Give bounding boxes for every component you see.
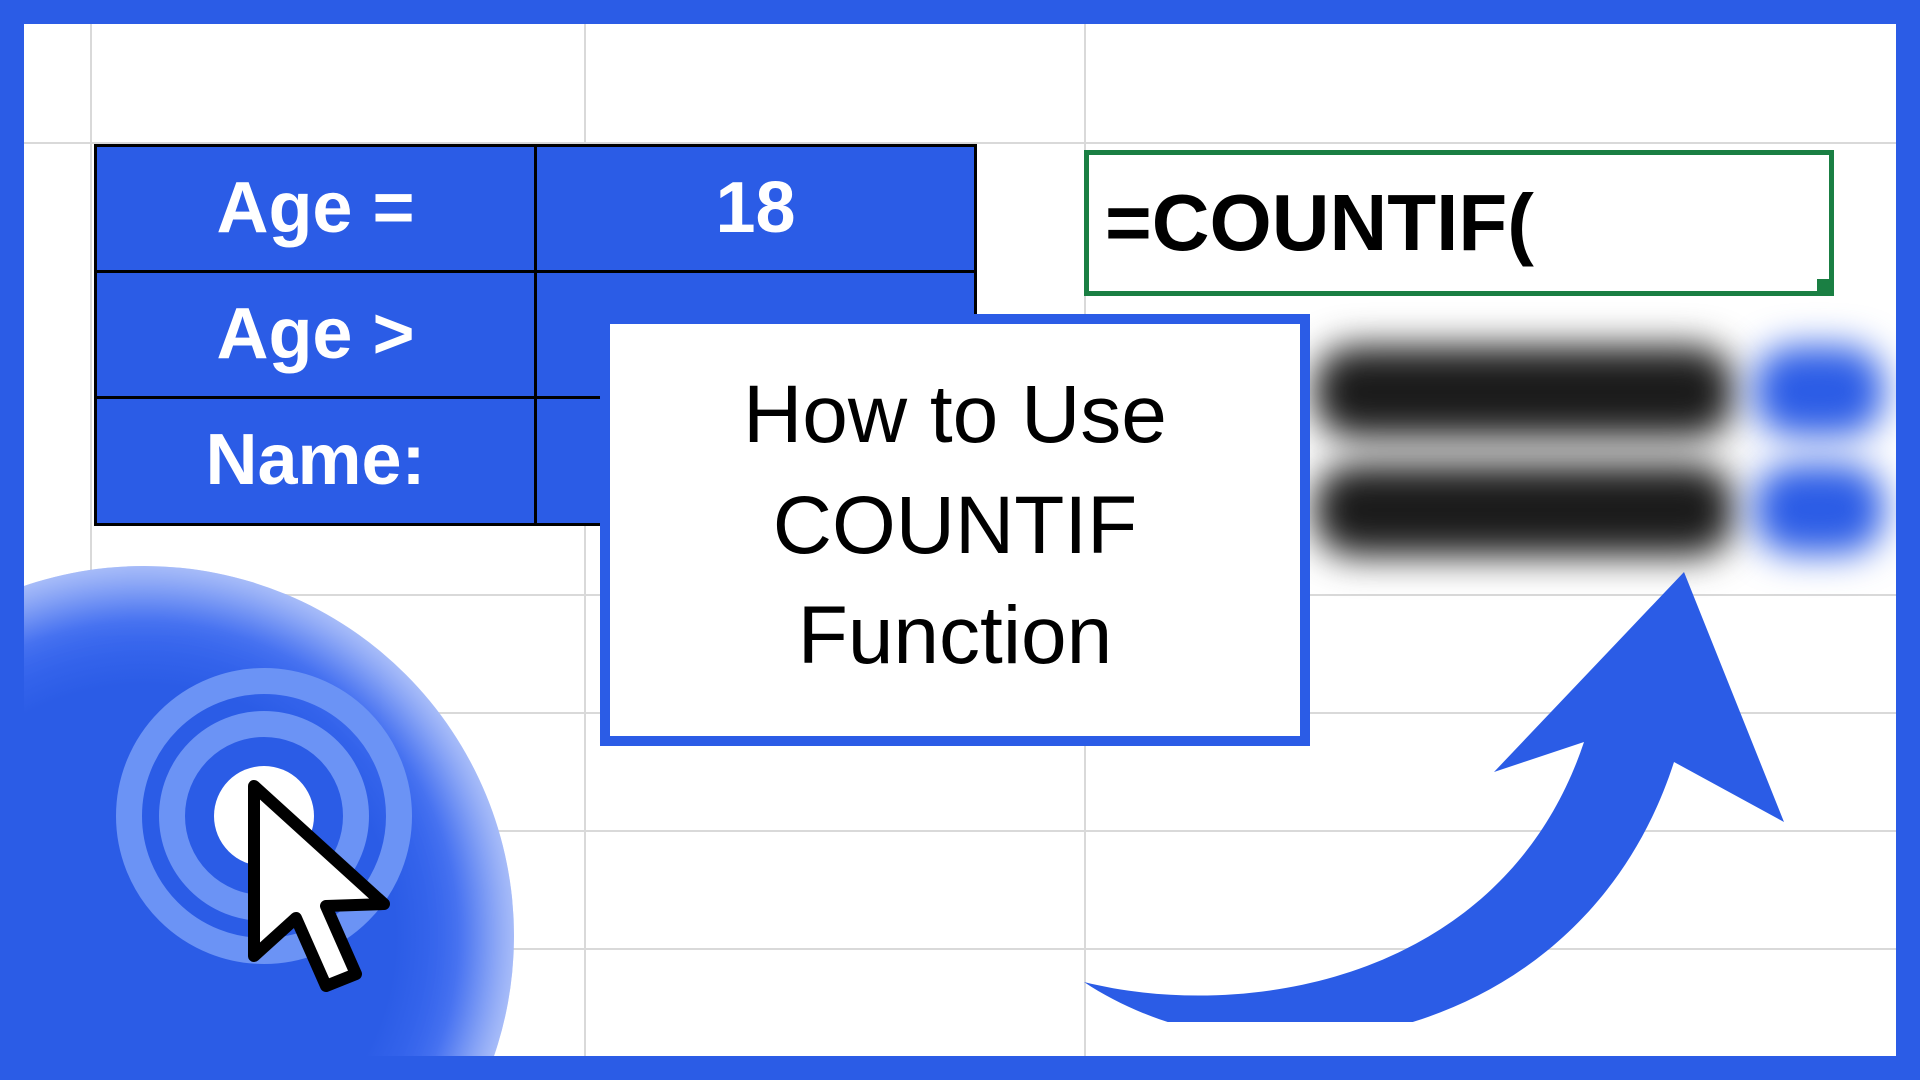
title-line-3: Function [634, 581, 1276, 692]
title-line-2: COUNTIF [634, 471, 1276, 582]
title-card: How to Use COUNTIF Function [600, 314, 1310, 746]
row-label-name: Name: [96, 398, 536, 524]
cursor-icon [234, 776, 414, 1006]
formula-input-cell[interactable]: =COUNTIF( [1084, 150, 1834, 296]
blurred-badge-2 [1754, 464, 1884, 554]
formula-text: =COUNTIF( [1105, 177, 1534, 269]
row-label-age-gt: Age > [96, 272, 536, 398]
row-value-age-eq: 18 [536, 146, 976, 272]
row-label-age-eq: Age = [96, 146, 536, 272]
blurred-text-1 [1314, 346, 1734, 438]
title-line-1: How to Use [634, 360, 1276, 471]
thumbnail-frame: Age = 18 Age > Name: =COUNTIF( How to Us… [24, 24, 1896, 1056]
table-row: Age = 18 [96, 146, 976, 272]
blurred-badge-1 [1754, 346, 1884, 436]
